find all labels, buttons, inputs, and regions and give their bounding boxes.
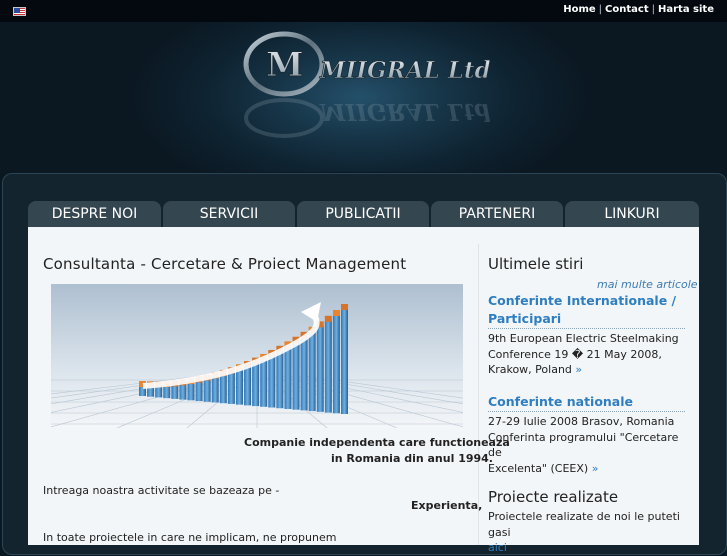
growth-chart-image bbox=[51, 284, 463, 428]
logo-reflection: MIIGRAL Ltd bbox=[319, 98, 490, 125]
caption-line-2: in Romania din anul 1994. bbox=[331, 452, 493, 465]
us-flag-icon[interactable] bbox=[13, 7, 26, 16]
illustration-bar bbox=[341, 309, 348, 414]
illustration-bar bbox=[332, 315, 340, 414]
news-item-1-line-3: Krakow, Poland bbox=[488, 363, 572, 376]
illustration-bar bbox=[316, 326, 324, 412]
news-item-1-line-1: 9th European Electric Steelmaking bbox=[488, 332, 679, 345]
illustration-bar bbox=[155, 386, 163, 398]
news-item-2-line-2: Conferinta programului "Cercetare de bbox=[488, 430, 679, 460]
news-item-1-line-2: Conference 19 � 21 May 2008, bbox=[488, 347, 662, 361]
illustration-bar bbox=[195, 381, 203, 402]
tab-despre-noi[interactable]: DESPRE NOI bbox=[28, 201, 161, 227]
illustration-bar bbox=[308, 331, 316, 412]
page-title: Consultanta - Cercetare & Proiect Manage… bbox=[43, 255, 407, 273]
illustration-bar bbox=[252, 362, 260, 407]
separator: | bbox=[651, 4, 655, 15]
main-nav: DESPRE NOI SERVICII PUBLICATII PARTENERI… bbox=[28, 201, 699, 227]
illustration-bar-cap bbox=[332, 310, 340, 317]
illustration-bar-cap bbox=[341, 304, 348, 310]
contact-link[interactable]: Contact bbox=[605, 4, 649, 15]
projects-section-title: Proiecte realizate bbox=[488, 488, 619, 506]
sitemap-link[interactable]: Harta site bbox=[658, 4, 714, 15]
illustration-bar bbox=[187, 383, 195, 401]
illustration-bar bbox=[244, 366, 252, 406]
illustration-bar bbox=[235, 369, 243, 405]
news-separator bbox=[488, 328, 685, 329]
illustration-bar bbox=[219, 374, 227, 404]
news-item-2-line-3: Excelenta" (CEEX) bbox=[488, 461, 589, 475]
news-item-2-title[interactable]: Conferinte nationale bbox=[488, 393, 685, 411]
projects-text-line: Proiectele realizate de noi le puteti ga… bbox=[488, 510, 680, 539]
company-logo[interactable]: M MIIGRAL Ltd MIIGRAL Ltd bbox=[240, 10, 490, 160]
projects-text: Proiectele realizate de noi le puteti ga… bbox=[488, 509, 685, 556]
caption-line-1: Companie independenta care functioneaza bbox=[244, 436, 510, 449]
illustration-bar bbox=[260, 358, 268, 407]
news-item-2-read-more-link[interactable]: » bbox=[592, 462, 599, 475]
illustration-bar bbox=[179, 384, 187, 400]
intro-paragraph: Intreaga noastra activitate se bazeaza p… bbox=[43, 484, 280, 497]
illustration-bar bbox=[276, 350, 284, 409]
projects-period: . bbox=[506, 541, 511, 554]
logo-text: MIIGRAL Ltd bbox=[319, 57, 490, 84]
more-articles-link[interactable]: mai multe articole bbox=[597, 278, 698, 291]
tab-publicatii[interactable]: PUBLICATII bbox=[297, 201, 429, 227]
separator: | bbox=[598, 4, 603, 15]
news-item-1-text: 9th European Electric Steelmaking Confer… bbox=[488, 331, 685, 378]
news-item-1-title-line-1: Conferinte Internationale / bbox=[488, 293, 677, 308]
illustration-bar bbox=[268, 354, 276, 408]
illustration-bar bbox=[203, 379, 211, 402]
illustration-bar bbox=[211, 377, 219, 403]
news-item-2-line-1: 27-29 Iulie 2008 Brasov, Romania bbox=[488, 415, 675, 428]
illustration-bar bbox=[300, 336, 308, 411]
illustration-bar bbox=[227, 372, 235, 404]
illustration-bar bbox=[292, 341, 300, 410]
top-links: Home | Contact | Harta site bbox=[563, 4, 714, 15]
second-paragraph: In toate proiectele in care ne implicam,… bbox=[43, 531, 337, 544]
tab-servicii[interactable]: SERVICII bbox=[163, 201, 295, 227]
news-separator bbox=[488, 411, 685, 412]
news-item-1-title-line-2: Participari bbox=[488, 311, 562, 326]
illustration-bar bbox=[171, 385, 179, 399]
news-item-1-title[interactable]: Conferinte Internationale / Participari bbox=[488, 292, 685, 328]
intro-bold-word: Experienta, bbox=[411, 499, 483, 512]
news-section-title: Ultimele stiri bbox=[488, 255, 584, 273]
illustration-bar-cap bbox=[324, 315, 332, 322]
tab-parteneri[interactable]: PARTENERI bbox=[431, 201, 563, 227]
news-item-2-text: 27-29 Iulie 2008 Brasov, Romania Conferi… bbox=[488, 414, 685, 476]
projects-link[interactable]: aici bbox=[488, 541, 507, 554]
logo-mark: M bbox=[266, 45, 304, 85]
tab-linkuri[interactable]: LINKURI bbox=[565, 201, 699, 227]
home-link[interactable]: Home bbox=[563, 4, 595, 15]
illustration-bar bbox=[163, 386, 171, 399]
illustration-bar bbox=[324, 320, 332, 413]
illustration-bar bbox=[284, 346, 292, 409]
news-item-1-read-more-link[interactable]: » bbox=[575, 363, 582, 376]
